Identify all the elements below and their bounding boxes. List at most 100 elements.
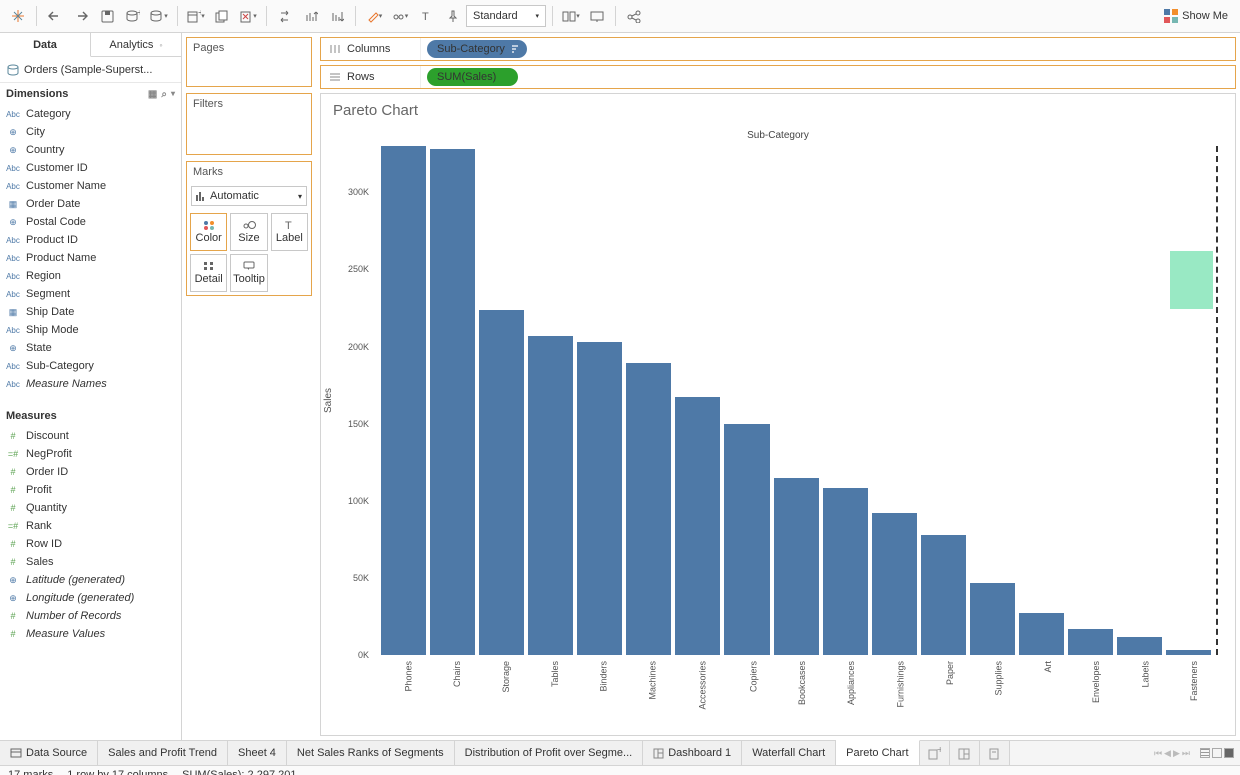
marks-tooltip-button[interactable]: Tooltip — [230, 254, 267, 292]
group-icon[interactable]: ▾ — [388, 4, 412, 28]
bar-chairs[interactable] — [430, 149, 475, 655]
marks-type-dropdown[interactable]: Automatic ▾ — [191, 186, 307, 206]
chart-view[interactable]: Pareto Chart Sub-Category Sales 0K50K100… — [320, 93, 1236, 736]
undo-icon[interactable] — [43, 4, 67, 28]
view-mode-1-icon[interactable] — [1200, 748, 1210, 758]
sheet-tab-distribution-of-profit-over-segme-[interactable]: Distribution of Profit over Segme... — [455, 741, 644, 765]
field-quantity[interactable]: #Quantity — [0, 499, 181, 517]
tab-analytics[interactable]: Analytics◦ — [91, 33, 181, 56]
field-ship-mode[interactable]: AbcShip Mode — [0, 321, 181, 339]
marks-detail-button[interactable]: Detail — [190, 254, 227, 292]
bar-bookcases[interactable] — [774, 478, 819, 655]
field-row-id[interactable]: #Row ID — [0, 535, 181, 553]
field-longitude-generated-[interactable]: ⊕Longitude (generated) — [0, 589, 181, 607]
field-profit[interactable]: #Profit — [0, 481, 181, 499]
field-latitude-generated-[interactable]: ⊕Latitude (generated) — [0, 571, 181, 589]
sheet-tab-net-sales-ranks-of-segments[interactable]: Net Sales Ranks of Segments — [287, 741, 455, 765]
field-category[interactable]: AbcCategory — [0, 105, 181, 123]
field-region[interactable]: AbcRegion — [0, 267, 181, 285]
bar-storage[interactable] — [479, 310, 524, 656]
field-measure-names[interactable]: AbcMeasure Names — [0, 375, 181, 393]
field-ship-date[interactable]: ▦Ship Date — [0, 303, 181, 321]
field-customer-id[interactable]: AbcCustomer ID — [0, 159, 181, 177]
bar-supplies[interactable] — [970, 583, 1015, 655]
fit-dropdown[interactable]: Standard▾ — [466, 5, 546, 27]
sort-desc-icon[interactable] — [325, 4, 349, 28]
show-me-button[interactable]: Show Me — [1158, 4, 1234, 28]
view-mode-3-icon[interactable] — [1224, 748, 1234, 758]
field-order-id[interactable]: #Order ID — [0, 463, 181, 481]
redo-icon[interactable] — [69, 4, 93, 28]
clear-icon[interactable]: ▾ — [236, 4, 260, 28]
sheet-tab-dashboard-1[interactable]: Dashboard 1 — [643, 741, 742, 765]
field-negprofit[interactable]: =#NegProfit — [0, 445, 181, 463]
view-as-icon[interactable]: ▦ — [148, 89, 157, 100]
reference-line[interactable] — [1216, 146, 1218, 655]
field-sales[interactable]: #Sales — [0, 553, 181, 571]
field-city[interactable]: ⊕City — [0, 123, 181, 141]
field-order-date[interactable]: ▦Order Date — [0, 195, 181, 213]
show-cards-icon[interactable]: ▾ — [559, 4, 583, 28]
new-datasource-icon[interactable]: + — [121, 4, 145, 28]
bar-art[interactable] — [1019, 613, 1064, 655]
share-icon[interactable] — [622, 4, 646, 28]
bar-paper[interactable] — [921, 535, 966, 655]
columns-pill-subcategory[interactable]: Sub-Category — [427, 40, 527, 58]
sheet-tab-pareto-chart[interactable]: Pareto Chart — [836, 740, 919, 765]
nav-next-icon[interactable]: ▶ — [1173, 748, 1180, 759]
sheet-tab-waterfall-chart[interactable]: Waterfall Chart — [742, 741, 836, 765]
field-rank[interactable]: =#Rank — [0, 517, 181, 535]
bar-accessories[interactable] — [675, 397, 720, 655]
bar-labels[interactable] — [1117, 637, 1162, 656]
columns-shelf[interactable]: Columns Sub-Category — [320, 37, 1236, 61]
nav-prev-icon[interactable]: ◀ — [1164, 748, 1171, 759]
field-sub-category[interactable]: AbcSub-Category — [0, 357, 181, 375]
bar-envelopes[interactable] — [1068, 629, 1113, 655]
tab-data-source[interactable]: Data Source — [0, 741, 98, 765]
marks-label-button[interactable]: TLabel — [271, 213, 308, 251]
marks-size-button[interactable]: Size — [230, 213, 267, 251]
duplicate-icon[interactable] — [210, 4, 234, 28]
field-state[interactable]: ⊕State — [0, 339, 181, 357]
bar-fasteners[interactable] — [1166, 650, 1211, 655]
pause-updates-icon[interactable]: ▾ — [147, 4, 171, 28]
filters-shelf[interactable]: Filters — [186, 93, 312, 155]
labels-icon[interactable]: T — [414, 4, 438, 28]
field-segment[interactable]: AbcSegment — [0, 285, 181, 303]
field-country[interactable]: ⊕Country — [0, 141, 181, 159]
field-customer-name[interactable]: AbcCustomer Name — [0, 177, 181, 195]
bar-appliances[interactable] — [823, 488, 868, 655]
field-discount[interactable]: #Discount — [0, 427, 181, 445]
sort-asc-icon[interactable] — [299, 4, 323, 28]
bar-copiers[interactable] — [724, 424, 769, 655]
nav-first-icon[interactable]: ⏮ — [1154, 748, 1162, 759]
datasource-row[interactable]: Orders (Sample-Superst... — [0, 57, 181, 83]
marks-color-button[interactable]: Color — [190, 213, 227, 251]
bar-binders[interactable] — [577, 342, 622, 655]
new-worksheet-icon[interactable]: +▾ — [184, 4, 208, 28]
nav-last-icon[interactable]: ⏭ — [1182, 748, 1190, 759]
new-story-tab-icon[interactable] — [980, 741, 1010, 765]
save-icon[interactable] — [95, 4, 119, 28]
bar-phones[interactable] — [381, 146, 426, 655]
search-fields-icon[interactable]: ⌕ — [161, 89, 167, 100]
field-number-of-records[interactable]: #Number of Records — [0, 607, 181, 625]
reference-band[interactable] — [1170, 251, 1213, 310]
field-product-name[interactable]: AbcProduct Name — [0, 249, 181, 267]
new-dashboard-tab-icon[interactable] — [950, 741, 980, 765]
tab-data[interactable]: Data — [0, 33, 91, 57]
sheet-title[interactable]: Pareto Chart — [333, 102, 418, 119]
field-product-id[interactable]: AbcProduct ID — [0, 231, 181, 249]
field-measure-values[interactable]: #Measure Values — [0, 625, 181, 643]
view-mode-2-icon[interactable] — [1212, 748, 1222, 758]
sheet-tab-sales-and-profit-trend[interactable]: Sales and Profit Trend — [98, 741, 228, 765]
swap-icon[interactable] — [273, 4, 297, 28]
bar-furnishings[interactable] — [872, 513, 917, 655]
field-postal-code[interactable]: ⊕Postal Code — [0, 213, 181, 231]
bar-machines[interactable] — [626, 363, 671, 655]
rows-shelf[interactable]: Rows SUM(Sales) — [320, 65, 1236, 89]
sheet-tab-sheet-4[interactable]: Sheet 4 — [228, 741, 287, 765]
highlight-icon[interactable]: ▾ — [362, 4, 386, 28]
bar-tables[interactable] — [528, 336, 573, 655]
pin-icon[interactable] — [440, 4, 464, 28]
